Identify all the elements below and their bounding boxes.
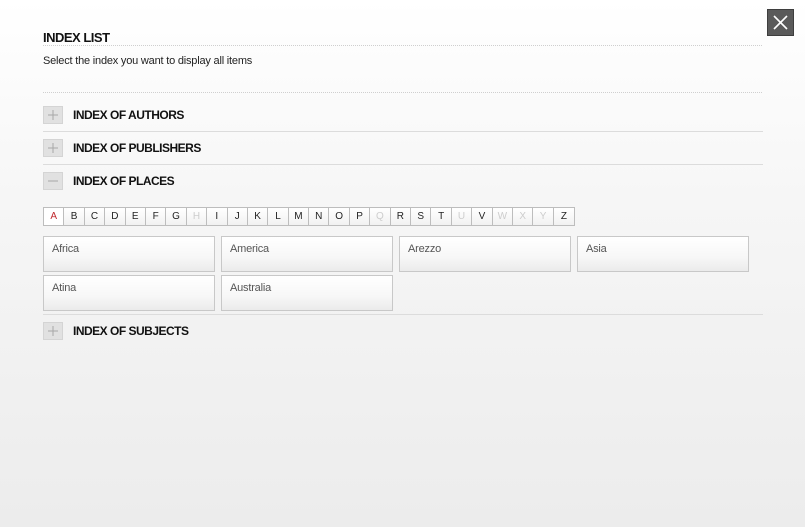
title-divider (43, 45, 762, 46)
letter-z[interactable]: Z (553, 208, 575, 225)
plus-icon[interactable] (43, 322, 63, 340)
letter-t[interactable]: T (431, 208, 452, 225)
letter-o[interactable]: O (329, 208, 350, 225)
section-label: INDEX OF PUBLISHERS (73, 141, 201, 155)
place-item[interactable]: Arezzo (399, 236, 571, 272)
letter-f[interactable]: F (145, 208, 167, 225)
place-item[interactable]: America (221, 236, 393, 272)
section-publishers: INDEX OF PUBLISHERS (43, 139, 763, 159)
section-publishers-header[interactable]: INDEX OF PUBLISHERS (43, 139, 763, 159)
letter-e[interactable]: E (125, 208, 146, 225)
section-places-header[interactable]: INDEX OF PLACES (43, 172, 763, 192)
place-item[interactable]: Asia (577, 236, 749, 272)
place-item[interactable]: Atina (43, 275, 215, 311)
close-icon (768, 10, 793, 35)
letter-a[interactable]: A (44, 208, 65, 225)
section-divider (43, 314, 763, 315)
alphabet-filter: ABCDEFGHIJKLMNOPQRSTUVWXYZ (43, 207, 576, 226)
letter-v[interactable]: V (472, 208, 493, 225)
letter-j[interactable]: J (227, 208, 248, 225)
letter-b[interactable]: B (64, 208, 85, 225)
letter-r[interactable]: R (390, 208, 412, 225)
subtitle-divider (43, 92, 762, 93)
section-places: INDEX OF PLACES (43, 172, 763, 192)
letter-w: W (492, 208, 513, 225)
place-item[interactable]: Australia (221, 275, 393, 311)
close-button[interactable] (767, 9, 794, 36)
page-subtitle: Select the index you want to display all… (43, 55, 253, 67)
section-label: INDEX OF AUTHORS (73, 108, 184, 122)
letter-d[interactable]: D (105, 208, 126, 225)
section-label: INDEX OF SUBJECTS (73, 324, 189, 338)
letter-g[interactable]: G (166, 208, 187, 225)
section-subjects-header[interactable]: INDEX OF SUBJECTS (43, 322, 763, 342)
page-title: INDEX LIST (43, 30, 110, 45)
letter-l[interactable]: L (268, 208, 289, 225)
section-authors: INDEX OF AUTHORS (43, 106, 763, 126)
section-divider (43, 164, 763, 165)
section-label: INDEX OF PLACES (73, 174, 175, 188)
letter-u: U (451, 208, 473, 225)
minus-icon[interactable] (43, 172, 63, 190)
letter-k[interactable]: K (247, 208, 269, 225)
letter-m[interactable]: M (288, 208, 310, 225)
plus-icon[interactable] (43, 139, 63, 157)
place-item[interactable]: Africa (43, 236, 215, 272)
letter-i[interactable]: I (207, 208, 228, 225)
letter-c[interactable]: C (84, 208, 106, 225)
letter-h: H (186, 208, 208, 225)
section-subjects: INDEX OF SUBJECTS (43, 322, 763, 342)
section-divider (43, 131, 763, 132)
letter-q: Q (370, 208, 391, 225)
letter-n[interactable]: N (309, 208, 330, 225)
letter-y: Y (533, 208, 554, 225)
letter-p[interactable]: P (349, 208, 371, 225)
section-authors-header[interactable]: INDEX OF AUTHORS (43, 106, 763, 126)
letter-s[interactable]: S (411, 208, 432, 225)
plus-icon[interactable] (43, 106, 63, 124)
letter-x: X (512, 208, 534, 225)
